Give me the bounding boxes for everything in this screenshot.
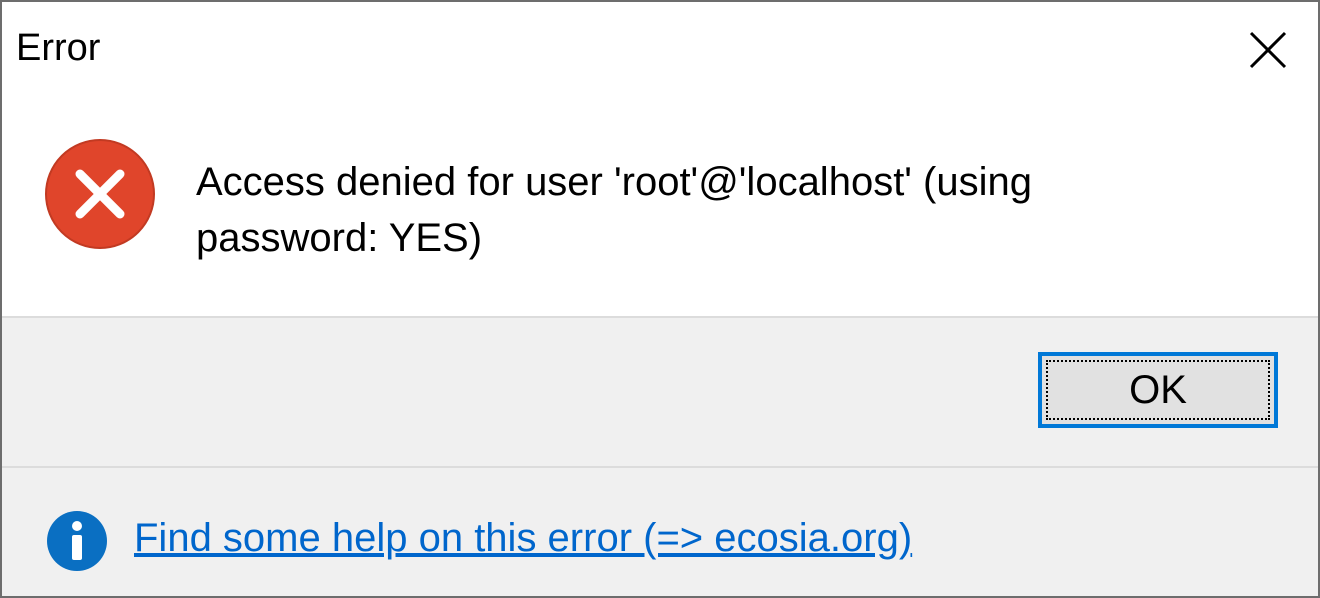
footer: Find some help on this error (=> ecosia.… <box>2 468 1318 596</box>
error-message: Access denied for user 'root'@'localhost… <box>196 160 1032 260</box>
help-link[interactable]: Find some help on this error (=> ecosia.… <box>134 510 912 566</box>
error-dialog: Error Access denied for user 'root'@'loc… <box>0 0 1320 598</box>
info-icon <box>46 510 108 572</box>
ok-button[interactable]: OK <box>1038 352 1278 428</box>
close-icon <box>1248 30 1288 70</box>
window-title: Error <box>16 27 101 69</box>
button-bar: OK <box>2 318 1318 466</box>
title-bar[interactable]: Error <box>2 2 1318 98</box>
error-icon <box>44 138 156 250</box>
ok-button-label: OK <box>1129 367 1187 412</box>
close-button[interactable] <box>1218 2 1318 98</box>
message-area: Access denied for user 'root'@'localhost… <box>2 98 1318 316</box>
